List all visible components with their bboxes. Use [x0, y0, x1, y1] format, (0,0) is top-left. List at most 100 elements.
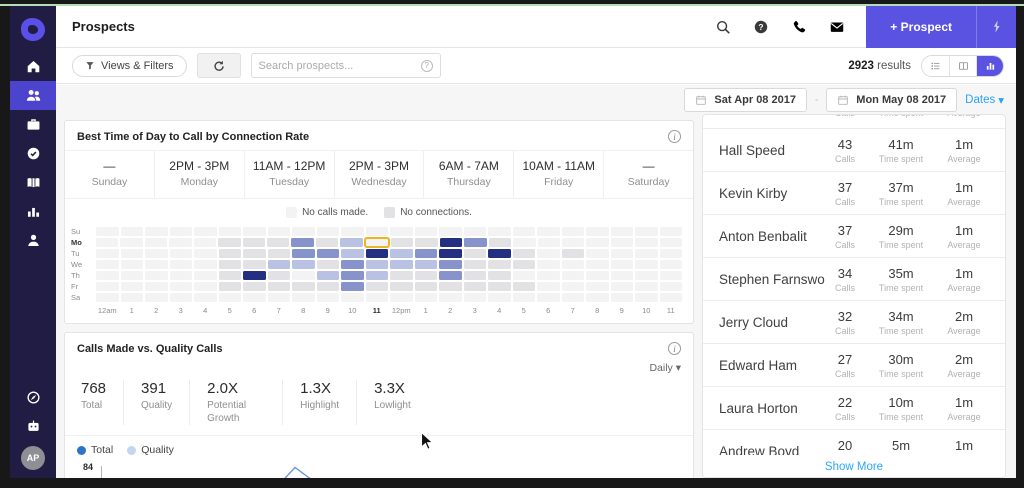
stat: 2m Average	[937, 309, 991, 336]
list-view-button[interactable]	[922, 55, 949, 76]
total-line-series	[284, 466, 311, 478]
sidebar-item-home[interactable]	[10, 52, 56, 81]
hour-label: 6	[546, 306, 551, 315]
day-label: Monday	[180, 176, 218, 188]
views-filters-button[interactable]: Views & Filters	[72, 54, 187, 77]
stat-value: 2m	[954, 308, 974, 324]
heatmap-cell	[537, 238, 561, 247]
prospect-name: Andrew Boyd	[719, 443, 800, 456]
stat-value: 1m	[954, 394, 974, 410]
heatmap-hour-axis: 12am 1 2 3 4 5 6 7 8 9 10 11 12pm 1 2 3 4 5 6 7 8 9 10 11	[71, 306, 683, 315]
quick-actions-button[interactable]	[976, 6, 1016, 48]
brand-logo[interactable]	[10, 6, 56, 52]
sidebar-item-bot[interactable]	[10, 412, 56, 441]
refresh-button[interactable]	[196, 53, 241, 78]
heatmap-cell	[659, 271, 682, 280]
stat-value: 34	[837, 265, 853, 281]
sidebar-item-accounts[interactable]	[10, 110, 56, 139]
heatmap-cell	[145, 271, 168, 280]
global-search-button[interactable]	[704, 19, 742, 35]
phone-button[interactable]	[780, 19, 818, 35]
start-date-input[interactable]: Sat Apr 08 2017	[684, 88, 807, 112]
dates-dropdown[interactable]: Dates ▾	[965, 93, 1004, 107]
prospect-row[interactable]: Edward Ham 27 Calls 30m Time spent 2m Average	[703, 343, 1005, 386]
heatmap-cell	[390, 249, 413, 258]
stat: 10m Time spent	[865, 395, 937, 422]
heatmap-cell	[341, 293, 364, 302]
heatmap-cell	[659, 249, 682, 258]
prospect-row[interactable]: Anton Benbalit 37 Calls 29m Time spent 1m Aver…	[703, 214, 1005, 257]
prospect-row[interactable]: Laura Horton 22 Calls 10m Time spent 1m Averag…	[703, 386, 1005, 429]
stat-value: 37	[837, 179, 853, 195]
heatmap-cell	[169, 293, 192, 302]
page-header: Prospects ? + Prospect	[56, 6, 1016, 48]
heatmap-cell	[96, 282, 119, 291]
add-prospect-button[interactable]: + Prospect	[866, 6, 1016, 48]
sidebar-item-tasks[interactable]	[10, 139, 56, 168]
user-avatar[interactable]: AP	[21, 446, 45, 470]
stat: 1mAverage	[937, 137, 991, 164]
day-label: Thursday	[446, 176, 491, 188]
stat-block: 1.3X Highlight	[282, 380, 356, 425]
legend-swatch	[384, 207, 396, 218]
mail-icon	[831, 22, 844, 32]
stat-label: Calls	[834, 239, 855, 250]
heatmap-cell	[610, 282, 633, 291]
prospect-row[interactable]: Jerry Cloud 32 Calls 34m Time spent 2m Average	[703, 300, 1005, 343]
email-button[interactable]	[818, 19, 856, 35]
heatmap-cell	[267, 271, 290, 280]
heatmap-row: Sa	[71, 292, 683, 303]
help-button[interactable]: ?	[742, 19, 780, 35]
stat-label: Calls	[834, 368, 855, 379]
sidebar-item-prospects[interactable]	[10, 81, 56, 110]
legend-dot	[77, 445, 86, 455]
heatmap-cell	[635, 227, 658, 236]
phone-icon	[794, 20, 806, 32]
sidebar-item-explore[interactable]	[10, 383, 56, 412]
prospect-row[interactable]: Kevin Kirby 37 Calls 37m Time spent 1m Average	[703, 171, 1005, 214]
heatmap-cell	[365, 260, 388, 269]
interval-dropdown[interactable]: Daily ▾	[649, 362, 681, 374]
legend-item: No connections.	[384, 207, 472, 218]
info-icon[interactable]: i	[668, 130, 681, 143]
stat-label: Calls	[834, 411, 855, 422]
heatmap-cell	[488, 260, 511, 269]
heatmap-cell	[414, 293, 437, 302]
end-date-input[interactable]: Mon May 08 2017	[826, 88, 958, 112]
sidebar-item-content[interactable]	[10, 168, 56, 197]
stat: 1mAverage	[937, 438, 991, 456]
clock-check-icon	[27, 147, 39, 160]
date-range-bar: Sat Apr 08 2017 - Mon May 08 2017 Dates …	[684, 85, 1004, 115]
heatmap-cell	[169, 227, 192, 236]
header-actions: ? + Prospect	[704, 6, 1016, 48]
heatmap-cell	[316, 293, 339, 302]
sidebar-item-profile[interactable]	[10, 226, 56, 255]
heatmap-cell	[586, 293, 609, 302]
prospect-row[interactable]: Hall Speed 43 Calls 41m Time spent 1m Average	[703, 128, 1005, 171]
prospect-row[interactable]: Andrew Boyd 20Calls5mTime spent1mAverage	[703, 429, 1005, 455]
info-icon[interactable]: i	[668, 342, 681, 355]
column-label: Time spent	[865, 115, 937, 118]
heatmap-cell	[415, 238, 438, 247]
heatmap-cell	[537, 260, 560, 269]
search-input[interactable]	[258, 59, 421, 72]
stat-label: Potential Growth	[207, 400, 247, 424]
day-best-time: 10AM - 11AM Friday	[513, 151, 603, 198]
stat-value: 22	[837, 394, 853, 410]
sidebar-item-reports[interactable]	[10, 197, 56, 226]
prospect-row[interactable]: Stephen Farnsworth34Calls35mTime spent1m…	[703, 257, 1005, 300]
heatmap-cell	[341, 227, 364, 236]
heatmap-cell	[365, 293, 388, 302]
heatmap-cell	[194, 227, 217, 236]
chart-view-button[interactable]	[976, 55, 1003, 76]
heatmap-cell	[365, 271, 388, 280]
heatmap-cell	[561, 260, 584, 269]
heatmap-cell	[561, 249, 584, 258]
day-best-time: 2PM - 3PM Monday	[153, 151, 244, 198]
briefcase-icon	[27, 119, 39, 130]
heatmap-cell	[96, 238, 119, 247]
show-more-link[interactable]: Show More	[703, 455, 1005, 477]
heatmap-cell	[316, 271, 339, 280]
search-help-icon[interactable]: ?	[420, 59, 433, 72]
split-view-button[interactable]	[949, 55, 976, 76]
